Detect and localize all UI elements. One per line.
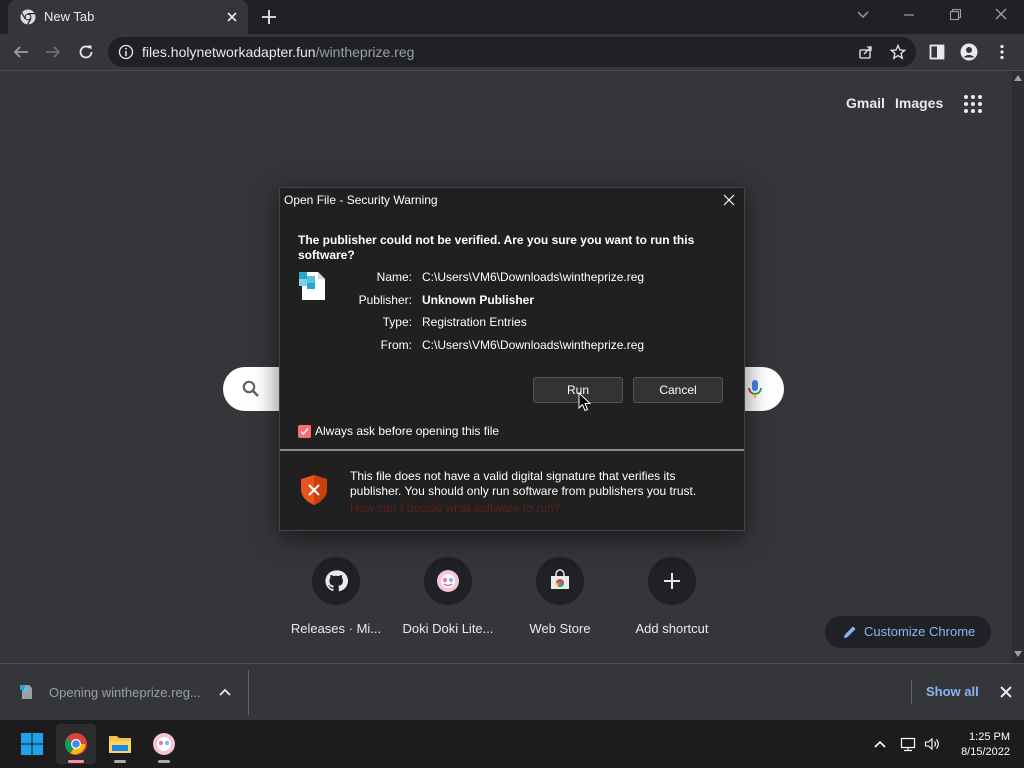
mouse-cursor-icon (578, 392, 592, 412)
type-value: Registration Entries (422, 315, 527, 329)
share-icon[interactable] (858, 44, 874, 60)
clock-date: 8/15/2022 (961, 746, 1010, 758)
running-indicator (158, 760, 170, 763)
restore-icon[interactable] (944, 6, 966, 24)
dialog-close-icon[interactable] (722, 193, 736, 207)
url-text: files.holynetworkadapter.fun/wintheprize… (142, 44, 414, 60)
checkmark-icon (300, 428, 309, 436)
site-info-icon[interactable] (118, 44, 134, 60)
tray-chevron-up-icon[interactable] (872, 736, 888, 752)
shortcut-add[interactable]: Add shortcut (616, 557, 728, 647)
tab-search-chevron-icon[interactable] (852, 6, 874, 24)
windows-taskbar: 1:25 PM 8/15/2022 (0, 720, 1024, 768)
active-indicator (68, 760, 84, 763)
network-icon[interactable] (900, 736, 916, 752)
warning-shield-icon (301, 475, 327, 505)
warning-text: This file does not have a valid digital … (350, 469, 697, 498)
file-download-icon (20, 685, 32, 699)
web-store-icon (536, 557, 584, 605)
bookmark-star-icon[interactable] (890, 44, 906, 60)
shortcut-releases[interactable]: Releases · Mi... (280, 557, 392, 647)
shortcut-label: Web Store (529, 621, 591, 636)
taskbar-doki-doki[interactable] (144, 724, 184, 764)
plus-icon (648, 557, 696, 605)
download-item-label[interactable]: Opening wintheprize.reg... (49, 685, 201, 700)
publisher-value: Unknown Publisher (422, 293, 535, 307)
show-all-divider (911, 680, 912, 704)
windows-logo-icon (21, 733, 43, 755)
customize-label: Customize Chrome (864, 624, 976, 639)
scroll-down-arrow-icon[interactable] (1014, 651, 1022, 657)
name-value: C:\Users\VM6\Downloads\wintheprize.reg (422, 270, 645, 284)
dialog-divider (280, 449, 744, 451)
address-bar[interactable]: files.holynetworkadapter.fun/wintheprize… (108, 37, 916, 67)
gmail-link[interactable]: Gmail (846, 95, 885, 111)
tab-title: New Tab (44, 9, 95, 24)
start-button[interactable] (12, 724, 52, 764)
tab-new-tab[interactable]: New Tab (8, 0, 248, 34)
chevron-up-icon[interactable] (218, 686, 232, 698)
scroll-up-arrow-icon[interactable] (1014, 75, 1022, 81)
clock-time: 1:25 PM (969, 731, 1010, 743)
shortcut-doki-doki[interactable]: Doki Doki Lite... (392, 557, 504, 647)
menu-kebab-icon[interactable] (993, 43, 1011, 61)
back-arrow-icon[interactable] (12, 43, 30, 61)
close-shelf-icon[interactable] (999, 685, 1013, 699)
name-label: Name: (376, 270, 412, 284)
from-label: From: (380, 338, 412, 352)
doki-doki-icon (424, 557, 472, 605)
cancel-button[interactable]: Cancel (633, 377, 723, 403)
browser-toolbar: files.holynetworkadapter.fun/wintheprize… (0, 34, 1024, 71)
profile-icon[interactable] (960, 43, 978, 61)
chrome-icon (65, 733, 87, 755)
customize-chrome-button[interactable]: Customize Chrome (825, 616, 991, 648)
shelf-divider (248, 670, 249, 715)
dialog-title: Open File - Security Warning (284, 193, 438, 207)
taskbar-chrome[interactable] (56, 724, 96, 764)
reload-icon[interactable] (77, 43, 95, 61)
doki-doki-app-icon (153, 733, 175, 755)
shortcut-label: Doki Doki Lite... (402, 621, 494, 636)
tab-strip: New Tab (0, 0, 1024, 34)
images-link[interactable]: Images (895, 95, 943, 111)
new-tab-plus-icon[interactable] (260, 8, 278, 26)
url-host: files.holynetworkadapter.fun (142, 44, 316, 60)
chrome-favicon-icon (20, 9, 36, 25)
folder-icon (109, 736, 131, 753)
pencil-icon (844, 626, 856, 638)
url-path: /wintheprize.reg (315, 44, 415, 60)
tab-close-icon[interactable] (224, 9, 240, 25)
download-shelf: Opening wintheprize.reg... Show all (0, 663, 1024, 720)
running-indicator (114, 760, 126, 763)
close-window-icon[interactable] (990, 6, 1012, 24)
always-ask-checkbox[interactable] (298, 425, 311, 438)
github-icon (312, 557, 360, 605)
taskbar-file-explorer[interactable] (100, 724, 140, 764)
publisher-label: Publisher: (358, 293, 412, 307)
shortcut-web-store[interactable]: Web Store (504, 557, 616, 647)
from-value: C:\Users\VM6\Downloads\wintheprize.reg (422, 338, 645, 352)
shortcut-label: Add shortcut (635, 621, 709, 636)
search-icon (242, 380, 259, 397)
side-panel-icon[interactable] (928, 43, 946, 61)
shortcut-label: Releases · Mi... (290, 621, 382, 636)
page-scrollbar[interactable] (1012, 71, 1024, 663)
always-ask-label[interactable]: Always ask before opening this file (315, 424, 499, 438)
security-warning-dialog: Open File - Security Warning The publish… (279, 187, 745, 531)
minimize-icon[interactable] (898, 6, 920, 24)
show-all-button[interactable]: Show all (926, 684, 979, 699)
help-link[interactable]: How can I decide what software to run? (350, 501, 560, 515)
volume-icon[interactable] (924, 736, 940, 752)
taskbar-clock[interactable]: 1:25 PM 8/15/2022 (948, 730, 1010, 760)
dialog-question: The publisher could not be verified. Are… (298, 233, 695, 262)
microphone-icon[interactable] (745, 378, 765, 400)
google-apps-grid-icon[interactable] (963, 94, 983, 114)
registry-file-icon (299, 272, 325, 300)
forward-arrow-icon[interactable] (44, 43, 62, 61)
type-label: Type: (382, 315, 412, 329)
